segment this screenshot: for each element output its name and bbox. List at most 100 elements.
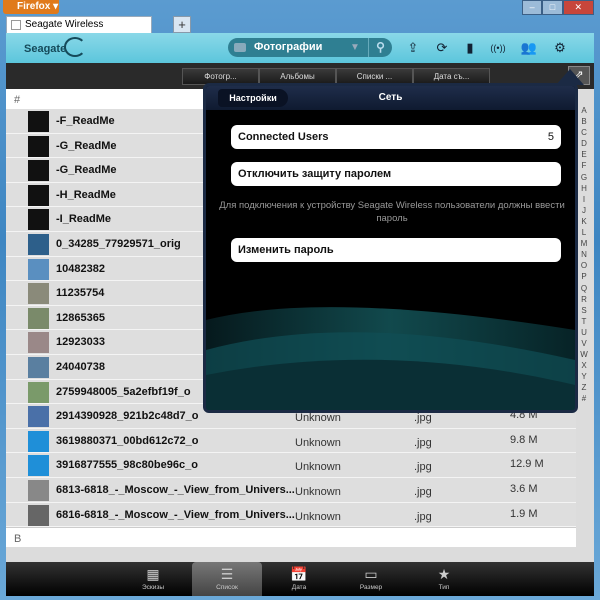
file-type: .jpg — [414, 412, 432, 425]
alphabet-letter[interactable]: E — [581, 149, 586, 160]
minimize-button[interactable]: – — [522, 0, 543, 15]
users-icon[interactable]: 👥 — [520, 39, 538, 57]
page-icon — [11, 20, 21, 30]
alphabet-letter[interactable]: Y — [581, 371, 586, 382]
file-name: 12923033 — [56, 336, 105, 349]
seagate-logo-icon — [64, 37, 86, 57]
alphabet-letter[interactable]: A — [581, 105, 586, 116]
file-author: Unknown — [295, 510, 341, 523]
alphabet-letter[interactable]: P — [581, 271, 586, 282]
file-thumbnail — [28, 135, 49, 157]
search-icon[interactable]: ⚲ — [368, 38, 392, 57]
file-type: .jpg — [414, 436, 432, 449]
file-type: .jpg — [414, 485, 432, 498]
alphabet-letter[interactable]: Z — [582, 382, 587, 393]
wifi-icon[interactable]: ((•)) — [489, 39, 507, 57]
category-search[interactable]: Фотографии ▼ ⚲ — [228, 38, 392, 57]
alphabet-letter[interactable]: X — [581, 360, 586, 371]
file-thumbnail — [28, 258, 49, 280]
upload-icon[interactable]: ⇪ — [404, 39, 422, 57]
alphabet-letter[interactable]: W — [580, 349, 588, 360]
tab-date[interactable]: 📅 Дата — [264, 562, 334, 596]
alphabet-letter[interactable]: N — [581, 249, 587, 260]
tab-label: Размер — [359, 584, 383, 591]
alphabet-letter[interactable]: I — [583, 194, 585, 205]
disable-password-button[interactable]: Отключить защиту паролем — [231, 162, 561, 186]
section-header-b: B — [6, 527, 576, 548]
file-row[interactable]: 6813-6818_-_Moscow_-_View_from_Univers..… — [6, 477, 576, 503]
file-row[interactable]: 6816-6818_-_Moscow_-_View_from_Univers..… — [6, 502, 576, 528]
sync-icon[interactable]: ⟳ — [433, 39, 451, 57]
type-icon: ★ — [437, 566, 451, 582]
tab-label: Эскизы — [141, 584, 165, 591]
file-thumbnail — [28, 381, 49, 403]
photo-icon — [234, 43, 246, 52]
file-thumbnail — [28, 332, 49, 354]
change-password-button[interactable]: Изменить пароль — [231, 238, 561, 262]
alphabet-letter[interactable]: O — [581, 260, 587, 271]
gear-icon[interactable]: ⚙ — [551, 39, 569, 57]
file-name: 3916877555_98c80be96c_o — [56, 459, 198, 472]
file-row[interactable]: 3916877555_98c80be96c_o Unknown .jpg 12.9 M — [6, 453, 576, 478]
file-size: 1.9 M — [510, 507, 538, 520]
tab-size[interactable]: ▭ Размер — [336, 562, 406, 596]
alphabet-letter[interactable]: S — [581, 305, 586, 316]
alphabet-letter[interactable]: C — [581, 127, 587, 138]
alphabet-letter[interactable]: V — [581, 338, 586, 349]
alphabet-index[interactable]: A B C D E F G H I J K L M N O P Q R S T U V W X Y Z # — [577, 105, 591, 405]
alphabet-letter[interactable]: L — [582, 227, 586, 238]
battery-icon[interactable]: ▮ — [461, 39, 479, 57]
close-button[interactable]: ✕ — [562, 0, 594, 15]
file-thumbnail — [28, 356, 49, 378]
alphabet-letter[interactable]: M — [581, 238, 588, 249]
file-type: .jpg — [414, 461, 432, 474]
chevron-down-icon[interactable]: ▼ — [350, 38, 360, 57]
tab-list[interactable]: ☰ Список — [192, 562, 262, 596]
file-name: 24040738 — [56, 360, 105, 373]
file-name: 10482382 — [56, 262, 105, 275]
file-thumbnail — [28, 184, 49, 206]
file-thumbnail — [28, 307, 49, 329]
alphabet-letter[interactable]: F — [582, 160, 587, 171]
alphabet-letter[interactable]: D — [581, 138, 587, 149]
popup-header: Настройки Сеть — [206, 86, 575, 110]
firefox-menu-button[interactable]: Firefox ▾ — [3, 0, 59, 14]
tab-type[interactable]: ★ Тип — [409, 562, 479, 596]
file-name: 6816-6818_-_Moscow_-_View_from_Univers..… — [56, 508, 295, 521]
alphabet-letter[interactable]: # — [582, 393, 586, 404]
wave-background — [206, 307, 575, 410]
file-row[interactable]: 3619880371_00bd612c72_o Unknown .jpg 9.8 M — [6, 428, 576, 454]
file-author: Unknown — [295, 461, 341, 474]
new-tab-button[interactable]: + — [173, 16, 191, 33]
alphabet-letter[interactable]: K — [581, 216, 586, 227]
alphabet-letter[interactable]: R — [581, 294, 587, 305]
alphabet-letter[interactable]: B — [581, 116, 586, 127]
file-thumbnail — [28, 111, 49, 132]
alphabet-letter[interactable]: G — [581, 172, 587, 183]
tab-thumbnails[interactable]: ▦ Эскизы — [118, 562, 188, 596]
browser-window: Firefox ▾ – □ ✕ Seagate Wireless + Seaga… — [0, 0, 600, 600]
tab-label: Список — [216, 584, 238, 591]
seagate-logo: Seagate — [24, 43, 67, 55]
alphabet-letter[interactable]: H — [581, 183, 587, 194]
alphabet-letter[interactable]: T — [582, 316, 587, 327]
file-size: 12.9 M — [510, 458, 544, 471]
popup-title: Сеть — [378, 92, 403, 103]
file-thumbnail — [28, 455, 49, 477]
alphabet-letter[interactable]: Q — [581, 283, 587, 294]
file-name: 11235754 — [56, 287, 105, 300]
file-name: 2759948005_5a2efbf19f_o — [56, 385, 191, 398]
maximize-button[interactable]: □ — [542, 0, 563, 15]
browser-tab[interactable]: Seagate Wireless — [6, 16, 152, 34]
file-name: -G_ReadMe — [56, 164, 117, 177]
file-name: -H_ReadMe — [56, 188, 116, 201]
connected-users-row[interactable]: Connected Users 5 — [231, 125, 561, 149]
network-settings-popup: Настройки Сеть Connected Users 5 Отключит… — [203, 83, 578, 413]
alphabet-letter[interactable]: U — [581, 327, 587, 338]
file-thumbnail — [28, 504, 49, 526]
file-name: -F_ReadMe — [56, 115, 115, 127]
tab-label: Дата — [291, 584, 307, 591]
file-thumbnail — [28, 283, 49, 305]
alphabet-letter[interactable]: J — [582, 205, 586, 216]
file-author: Unknown — [295, 485, 341, 498]
